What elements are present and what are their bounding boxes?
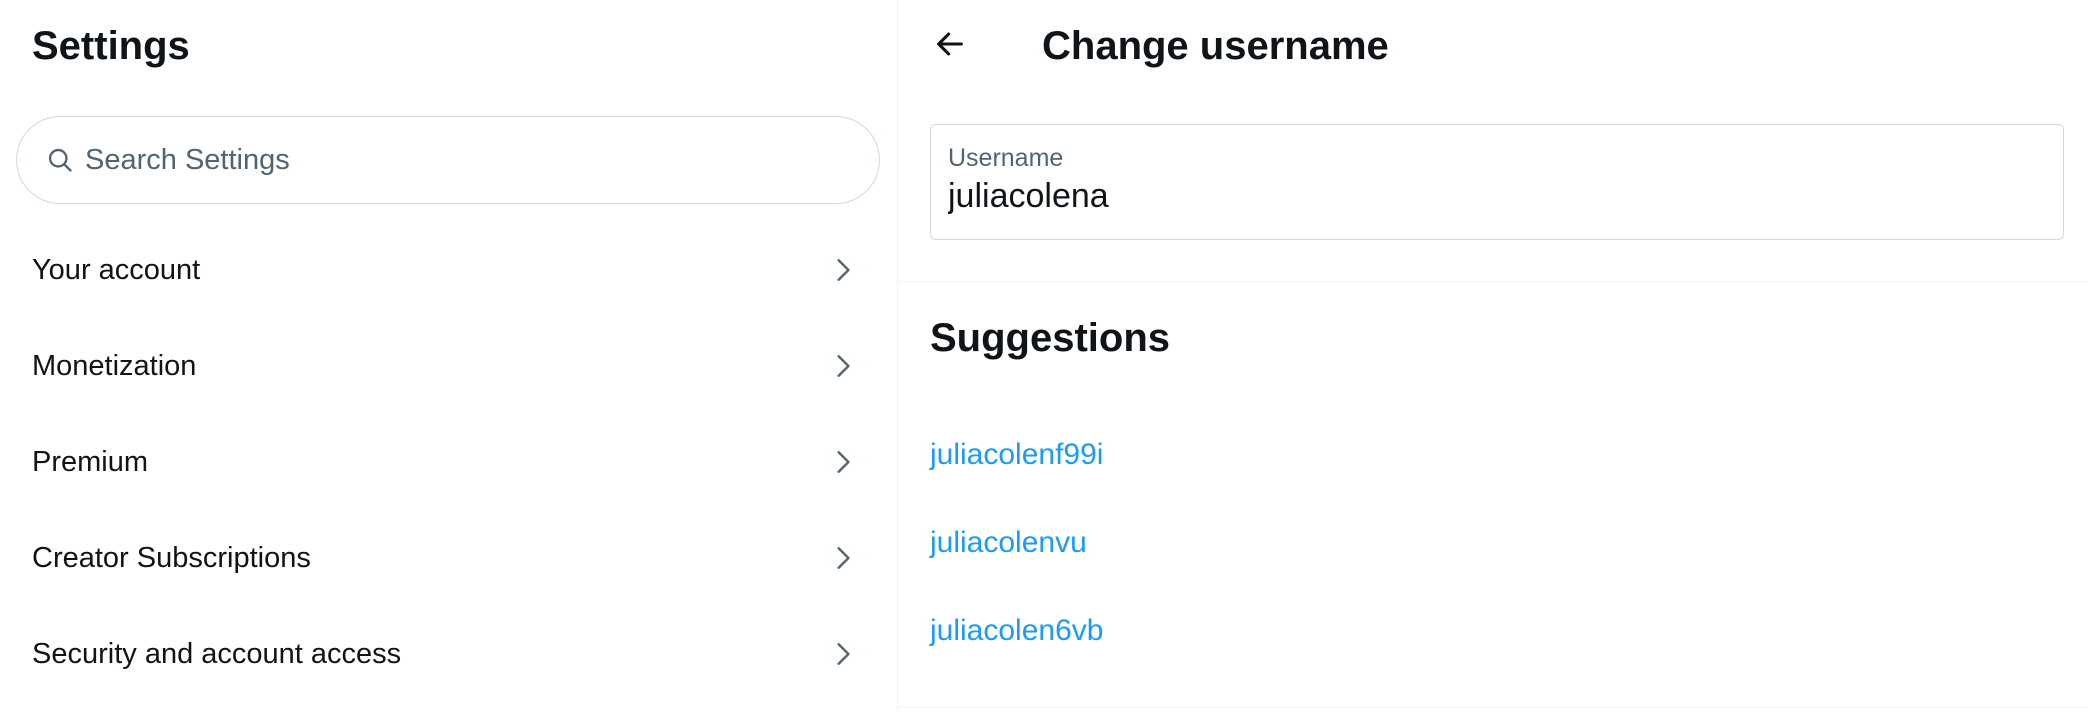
settings-item-label: Your account — [32, 253, 201, 286]
divider — [898, 281, 2088, 282]
chevron-right-icon — [828, 255, 858, 285]
suggestion-link[interactable]: juliacolenvu — [930, 525, 1087, 561]
search-settings-input[interactable] — [85, 143, 845, 177]
page-title: Change username — [1042, 24, 1389, 68]
username-field[interactable]: Username — [930, 124, 2064, 240]
settings-item-label: Monetization — [32, 349, 197, 382]
settings-panel: Settings Your account Monetization P — [0, 0, 898, 712]
settings-item-label: Creator Subscriptions — [32, 541, 311, 574]
arrow-left-icon — [933, 27, 967, 66]
suggestions-heading: Suggestions — [930, 316, 1171, 360]
back-button[interactable] — [926, 22, 974, 70]
settings-item-creator-subscriptions[interactable]: Creator Subscriptions — [0, 510, 898, 606]
suggestion-link[interactable]: juliacolen6vb — [930, 613, 1103, 649]
suggestion-link[interactable]: juliacolenf99i — [930, 437, 1103, 473]
chevron-right-icon — [828, 447, 858, 477]
settings-item-label: Security and account access — [32, 637, 402, 670]
search-settings-box[interactable] — [16, 116, 880, 204]
change-username-panel: Change username Username Suggestions jul… — [898, 0, 2088, 712]
settings-item-your-account[interactable]: Your account — [0, 222, 898, 318]
chevron-right-icon — [828, 351, 858, 381]
username-input[interactable] — [948, 177, 2038, 216]
username-field-label: Username — [948, 144, 1064, 172]
divider — [898, 707, 2088, 708]
settings-item-security[interactable]: Security and account access — [0, 606, 898, 702]
settings-item-monetization[interactable]: Monetization — [0, 318, 898, 414]
settings-title: Settings — [32, 24, 190, 68]
settings-item-label: Premium — [32, 445, 149, 478]
search-icon — [45, 145, 75, 175]
chevron-right-icon — [828, 639, 858, 669]
settings-item-premium[interactable]: Premium — [0, 414, 898, 510]
app-window: Settings Your account Monetization P — [0, 0, 2088, 712]
chevron-right-icon — [828, 543, 858, 573]
